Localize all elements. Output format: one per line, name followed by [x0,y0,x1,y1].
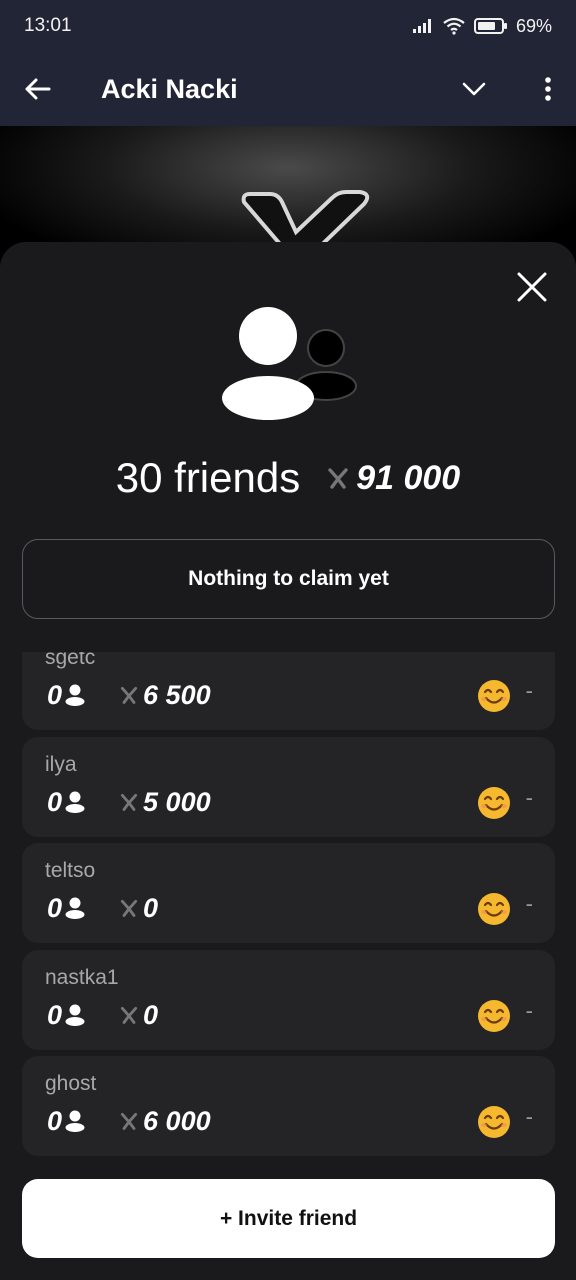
friend-stats: 0 6 500 [47,680,211,710]
person-icon [65,791,85,813]
signal-icon [412,19,431,33]
person-icon [65,1004,85,1026]
more-vert-icon [545,77,551,101]
status-bar: 13:01 69% [0,0,576,52]
friend-name: nastka1 [45,966,119,989]
friends-sheet: 30 friends 91 000 Nothing to claim yet s… [0,242,576,1280]
person-icon [65,897,85,919]
friend-status: - [525,785,533,810]
token-x-icon [120,899,138,917]
total-amount: 91 000 [356,458,461,497]
friend-reward-amount: 6 500 [143,679,211,710]
friend-status: - [525,678,533,703]
friend-referral-count: 0 [47,679,63,710]
smile-emoji-icon [478,1106,510,1138]
person-icon [65,684,85,706]
more-menu-button[interactable] [538,71,558,107]
friend-row[interactable]: ilya 0 5 000 - [22,737,555,837]
friend-name: teltso [45,859,96,882]
friend-stats: 0 5 000 [47,787,211,817]
smile-emoji-icon [478,680,510,712]
token-x-icon [120,686,138,704]
friend-name: sgetc [45,652,96,669]
friend-status: - [525,1104,533,1129]
token-x-icon [120,793,138,811]
friend-stats: 0 0 [47,893,158,923]
friend-reward: 0 [119,1000,158,1031]
battery-percent: 69% [515,15,552,36]
wifi-icon [443,17,465,35]
chevron-down-icon [462,82,486,96]
friend-row[interactable]: ghost 0 6 000 - [22,1056,555,1156]
smile-emoji-icon [478,1000,510,1032]
close-button[interactable] [514,269,550,305]
back-arrow-icon [25,78,51,100]
friend-stats: 0 0 [47,1000,158,1030]
friend-name: ilya [45,753,77,776]
invite-label: + Invite friend [219,1206,358,1230]
friend-status: - [525,998,533,1023]
claim-label: Nothing to claim yet [188,567,389,590]
friends-icon [222,307,357,420]
friend-referral-count: 0 [47,1105,63,1136]
claim-button[interactable]: Nothing to claim yet [22,539,555,619]
friend-reward: 0 [119,893,158,924]
friends-count: 30 friends [115,454,301,501]
friends-summary: 30 friends 91 000 [0,454,576,502]
friend-reward-amount: 6 000 [143,1105,211,1136]
friend-name: ghost [45,1072,97,1095]
smile-emoji-icon [478,893,510,925]
friend-status: - [525,891,533,916]
friend-reward: 6 500 [119,680,211,711]
smile-emoji-icon [478,787,510,819]
token-x-icon [120,1112,138,1130]
friend-row[interactable]: sgetc 0 6 500 - [22,652,555,730]
friend-row[interactable]: nastka1 0 0 - [22,950,555,1050]
battery-icon [473,18,507,34]
friend-reward-amount: 0 [143,892,159,923]
invite-friend-button[interactable]: + Invite friend [22,1179,555,1258]
status-time: 13:01 [24,15,72,36]
friend-reward-amount: 0 [143,999,159,1030]
token-x-icon [120,1006,138,1024]
friend-reward-amount: 5 000 [143,786,211,817]
friend-row[interactable]: teltso 0 0 - [22,843,555,943]
friend-referral-count: 0 [47,999,63,1030]
back-button[interactable] [0,52,76,126]
friend-stats: 0 6 000 [47,1106,211,1136]
collapse-button[interactable] [456,71,492,107]
friends-list[interactable]: sgetc 0 6 500 - ilya 0 5 000 - teltso 0 … [22,652,555,1164]
app-title: Acki Nacki [101,73,238,104]
friend-referral-count: 0 [47,892,63,923]
close-icon [517,272,547,302]
total-reward: 91 000 [326,459,460,498]
status-indicators: 69% [412,16,552,37]
token-x-icon [328,468,348,489]
friend-reward: 5 000 [119,787,211,818]
app-bar: Acki Nacki [0,52,576,126]
friend-referral-count: 0 [47,786,63,817]
person-icon [65,1110,85,1132]
friend-reward: 6 000 [119,1106,211,1137]
